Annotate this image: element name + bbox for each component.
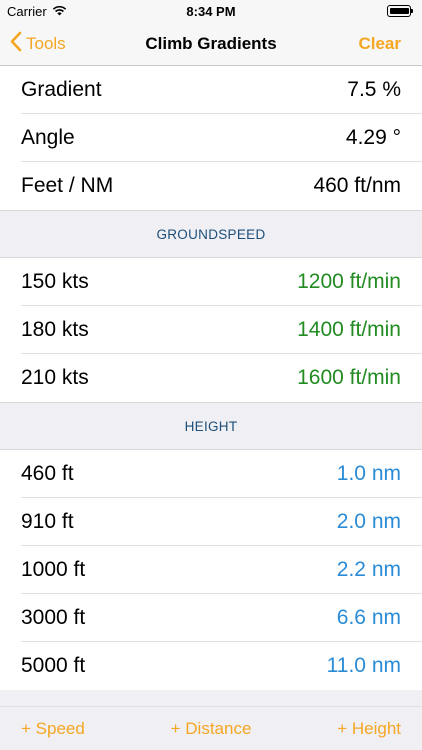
groundspeed-section-header: GROUNDSPEED [0, 210, 422, 258]
row-value: 2.0 nm [336, 510, 401, 533]
row-label: 910 ft [21, 510, 74, 533]
row-label: 180 kts [21, 318, 89, 341]
row-value: 1.0 nm [336, 462, 401, 485]
row-label: Gradient [21, 78, 102, 101]
status-bar: Carrier 8:34 PM [0, 0, 422, 22]
content: Gradient 7.5 % Angle 4.29 ° Feet / NM 46… [0, 66, 422, 690]
row-label: 5000 ft [21, 654, 86, 677]
row-label: 3000 ft [21, 606, 86, 629]
angle-row[interactable]: Angle 4.29 ° [0, 114, 422, 162]
bottom-toolbar: + Speed + Distance + Height [0, 706, 422, 750]
height-row[interactable]: 460 ft 1.0 nm [0, 450, 422, 498]
height-row[interactable]: 910 ft 2.0 nm [0, 498, 422, 546]
row-label: Angle [21, 126, 75, 149]
row-value: 6.6 nm [336, 606, 401, 629]
row-value: 4.29 ° [345, 126, 401, 149]
battery-icon [387, 5, 414, 17]
height-row[interactable]: 1000 ft 2.2 nm [0, 546, 422, 594]
row-value: 460 ft/nm [313, 174, 401, 197]
groundspeed-row[interactable]: 210 kts 1600 ft/min [0, 354, 422, 402]
row-label: 210 kts [21, 366, 89, 389]
navigation-bar: Tools Climb Gradients Clear [0, 22, 422, 66]
clear-button[interactable]: Clear [358, 34, 401, 54]
row-label: Feet / NM [21, 174, 114, 197]
add-distance-button[interactable]: + Distance [171, 719, 252, 739]
row-value: 11.0 nm [326, 654, 401, 677]
row-value: 1600 ft/min [297, 366, 401, 389]
row-value: 1400 ft/min [297, 318, 401, 341]
row-label: 150 kts [21, 270, 89, 293]
add-speed-button[interactable]: + Speed [21, 719, 85, 739]
row-value: 1200 ft/min [297, 270, 401, 293]
add-height-button[interactable]: + Height [337, 719, 401, 739]
row-value: 2.2 nm [336, 558, 401, 581]
gradient-row[interactable]: Gradient 7.5 % [0, 66, 422, 114]
row-label: 460 ft [21, 462, 74, 485]
row-value: 7.5 % [347, 78, 401, 101]
height-row[interactable]: 5000 ft 11.0 nm [0, 642, 422, 690]
status-time: 8:34 PM [186, 4, 236, 19]
feet-per-nm-row[interactable]: Feet / NM 460 ft/nm [0, 162, 422, 210]
row-label: 1000 ft [21, 558, 86, 581]
groundspeed-row[interactable]: 180 kts 1400 ft/min [0, 306, 422, 354]
groundspeed-row[interactable]: 150 kts 1200 ft/min [0, 258, 422, 306]
height-row[interactable]: 3000 ft 6.6 nm [0, 594, 422, 642]
height-section-header: HEIGHT [0, 402, 422, 450]
screen: Carrier 8:34 PM Tools Climb Gradients Cl… [0, 0, 422, 750]
